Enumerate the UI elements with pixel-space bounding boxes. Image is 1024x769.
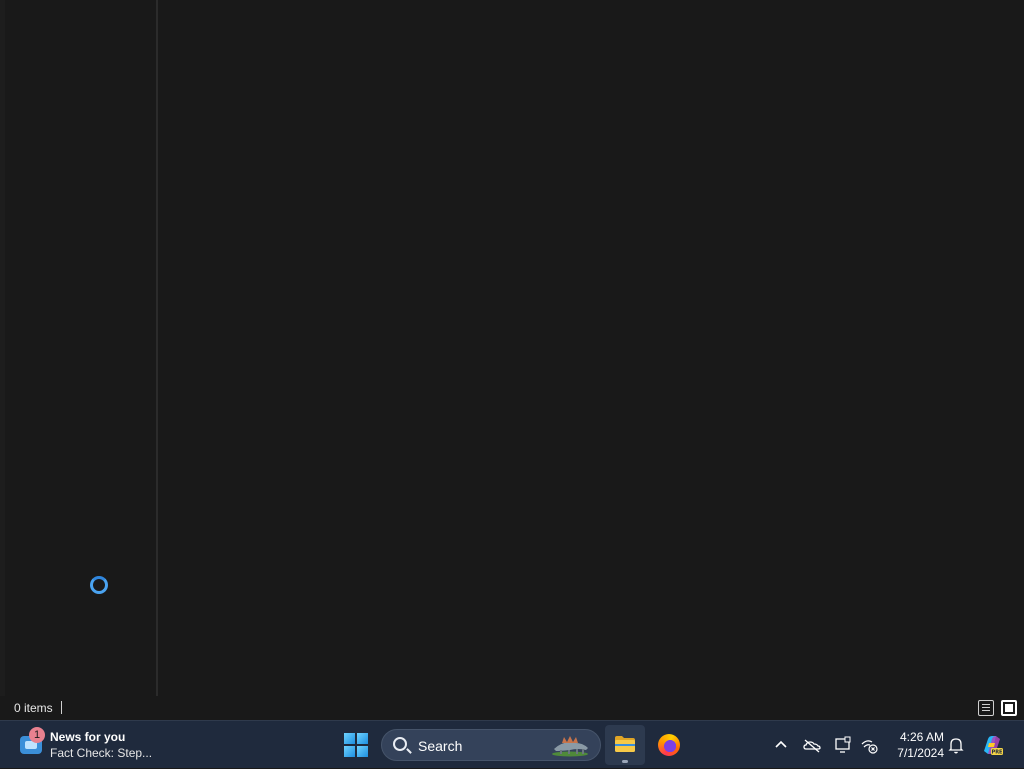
display-icon[interactable] — [833, 735, 853, 755]
start-button[interactable] — [340, 729, 372, 761]
widget-title: News for you — [50, 730, 126, 744]
file-explorer-window — [0, 0, 1024, 720]
status-bar: 0 items — [0, 696, 1024, 720]
clock[interactable]: 4:26 AM 7/1/2024 — [886, 729, 944, 761]
bell-icon[interactable] — [946, 735, 966, 755]
firefox-icon — [658, 734, 680, 756]
taskbar-search-box[interactable]: Search — [381, 729, 601, 761]
search-placeholder: Search — [418, 738, 463, 754]
windows-logo-icon — [344, 733, 368, 757]
search-icon — [393, 737, 407, 751]
news-widget[interactable]: 1 News for you Fact Check: Step... — [16, 725, 166, 765]
clock-date: 7/1/2024 — [897, 746, 944, 760]
details-view-button[interactable] — [978, 700, 994, 716]
widget-headline: Fact Check: Step... — [50, 746, 153, 760]
taskbar-firefox[interactable] — [649, 725, 689, 765]
network-disconnected-icon[interactable] — [859, 735, 879, 755]
taskbar: 1 News for you Fact Check: Step... Searc… — [0, 720, 1024, 768]
item-count: 0 items — [14, 701, 53, 715]
folder-icon — [615, 736, 635, 752]
loading-spinner-icon — [90, 576, 108, 594]
search-highlight-stegosaurus-icon — [552, 736, 588, 757]
taskbar-file-explorer[interactable] — [605, 725, 645, 765]
chevron-up-icon[interactable] — [771, 735, 791, 755]
active-app-indicator — [622, 760, 628, 763]
copilot-pre-icon[interactable]: PRE — [980, 733, 1004, 757]
notification-badge: 1 — [29, 727, 45, 743]
file-list-pane[interactable] — [158, 0, 1024, 696]
onedrive-offline-icon[interactable] — [802, 735, 822, 755]
clock-time: 4:26 AM — [899, 730, 944, 744]
svg-text:PRE: PRE — [992, 750, 1004, 756]
large-icons-view-button[interactable] — [1001, 700, 1017, 716]
navigation-pane[interactable] — [0, 0, 157, 696]
status-separator — [61, 701, 62, 714]
